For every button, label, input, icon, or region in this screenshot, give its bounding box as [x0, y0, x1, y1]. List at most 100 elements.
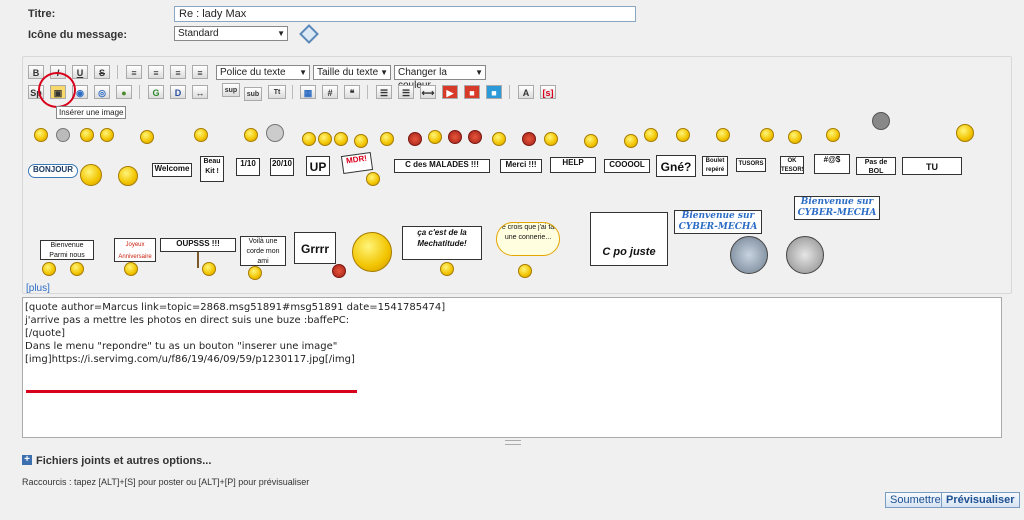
- smiley-icon[interactable]: [124, 262, 138, 276]
- smiley-icon[interactable]: [70, 262, 84, 276]
- smiley-icon[interactable]: [448, 130, 462, 144]
- smiley-icon[interactable]: [140, 130, 154, 144]
- title-input[interactable]: Re : lady Max: [174, 6, 636, 22]
- bold-button[interactable]: B: [28, 65, 44, 79]
- code-button[interactable]: #: [322, 85, 338, 99]
- smiley-icon[interactable]: [42, 262, 56, 276]
- font-color-icon[interactable]: A: [518, 85, 534, 99]
- sign-corde[interactable]: Voilà une corde mon ami: [240, 236, 286, 266]
- smiley-icon[interactable]: [676, 128, 690, 142]
- smiley-icon[interactable]: [318, 132, 332, 146]
- sign-score[interactable]: 20/10: [270, 158, 294, 176]
- smiley-icon[interactable]: [118, 166, 138, 186]
- size-select[interactable]: Taille du texte ▼: [313, 65, 391, 80]
- email-icon[interactable]: ◎: [94, 85, 110, 99]
- preview-button[interactable]: Prévisualiser: [941, 492, 1020, 508]
- smiley-icon[interactable]: [468, 130, 482, 144]
- align-center-icon[interactable]: ≡: [170, 65, 186, 79]
- bullet-list-icon[interactable]: ☰: [376, 85, 392, 99]
- smiley-icon[interactable]: [34, 128, 48, 142]
- smiley-icon[interactable]: [80, 164, 102, 186]
- sign-pas-de-bol[interactable]: Pas de BOL: [856, 157, 896, 175]
- smiley-icon[interactable]: [80, 128, 94, 142]
- smiley-icon[interactable]: [788, 130, 802, 144]
- smiley-icon[interactable]: [492, 132, 506, 146]
- expand-plus-icon[interactable]: +: [22, 455, 32, 465]
- google-icon[interactable]: G: [148, 85, 164, 99]
- sign-cyber-mecha[interactable]: Bienvenue sur CYBER-MECHA: [674, 210, 762, 234]
- smiley-icon[interactable]: [518, 264, 532, 278]
- smiley-icon[interactable]: [352, 232, 392, 272]
- smiley-icon[interactable]: [380, 132, 394, 146]
- smiley-icon[interactable]: [440, 262, 454, 276]
- smiley-icon[interactable]: [332, 264, 346, 278]
- align-right-icon[interactable]: ≡: [192, 65, 208, 79]
- align-left-icon[interactable]: ≡: [126, 65, 142, 79]
- sign-boulet[interactable]: Boulet repéré: [702, 156, 728, 176]
- submit-button[interactable]: Soumettre: [885, 492, 946, 508]
- text-case-button[interactable]: Tt: [268, 85, 286, 99]
- smiley-icon[interactable]: [194, 128, 208, 142]
- smiley-icon[interactable]: [202, 262, 216, 276]
- sign-tu-cartonnes[interactable]: TU CARTONNES!: [902, 157, 962, 175]
- color-select[interactable]: Changer la couleur ▼: [394, 65, 486, 91]
- smiley-icon[interactable]: [302, 132, 316, 146]
- smiley-icon[interactable]: [872, 112, 890, 130]
- smiley-icon[interactable]: [266, 124, 284, 142]
- smiley-icon[interactable]: [248, 266, 262, 280]
- horizontal-rule-icon[interactable]: ⟷: [420, 85, 436, 99]
- sign-up[interactable]: UP: [306, 156, 330, 176]
- sign-help[interactable]: HELP: [550, 157, 596, 173]
- smiley-icon[interactable]: [716, 128, 730, 142]
- smiley-icon[interactable]: [334, 132, 348, 146]
- smiley-icon[interactable]: [244, 128, 258, 142]
- remove-format-icon[interactable]: [s]: [540, 85, 556, 99]
- more-smileys-link[interactable]: [plus]: [26, 283, 50, 294]
- smiley-icon[interactable]: [624, 134, 638, 148]
- smiley-icon[interactable]: [366, 172, 380, 186]
- robot-icon[interactable]: [786, 236, 824, 274]
- smiley-icon[interactable]: [544, 132, 558, 146]
- sign-cyber-mecha[interactable]: Bienvenue sur CYBER-MECHA: [794, 196, 880, 220]
- smiley-icon[interactable]: [428, 130, 442, 144]
- sign-connerie[interactable]: Je crois que j'ai fait une connerie...: [496, 222, 560, 256]
- globe-icon[interactable]: ●: [116, 85, 132, 99]
- align-justify-icon[interactable]: ≡: [148, 65, 164, 79]
- sign-tusors[interactable]: TUSORS: [736, 158, 766, 172]
- attachments-toggle[interactable]: Fichiers joints et autres options...: [36, 455, 211, 467]
- smiley-icon[interactable]: [760, 128, 774, 142]
- smiley-icon[interactable]: [56, 128, 70, 142]
- smiley-icon[interactable]: [354, 134, 368, 148]
- dailymotion-icon[interactable]: ■: [464, 85, 480, 99]
- resize-handle[interactable]: [505, 440, 521, 445]
- smiley-icon[interactable]: [100, 128, 114, 142]
- sign-mechatitude[interactable]: ça c'est de la Mechatitude!: [402, 226, 482, 260]
- indent-icon[interactable]: ↔: [192, 85, 208, 99]
- numbered-list-icon[interactable]: ☰: [398, 85, 414, 99]
- superscript-button[interactable]: sup: [222, 83, 240, 97]
- subscript-button[interactable]: sub: [244, 87, 262, 101]
- sign-malades[interactable]: C des MALADES !!!: [394, 159, 490, 173]
- sign-bienvenue[interactable]: Bienvenue Parmi nous: [40, 240, 94, 260]
- sign-gne[interactable]: Gné?: [656, 155, 696, 177]
- font-select[interactable]: Police du texte ▼: [216, 65, 310, 80]
- ytube-icon[interactable]: D: [170, 85, 186, 99]
- smiley-icon[interactable]: [522, 132, 536, 146]
- sign-grrrr[interactable]: Grrrr: [294, 232, 336, 264]
- sign-cool[interactable]: COOOOL: [604, 159, 650, 173]
- sign-welcome[interactable]: Welcome: [152, 163, 192, 177]
- sign-bonjour[interactable]: BONJOUR: [28, 164, 78, 178]
- robot-icon[interactable]: [730, 236, 768, 274]
- sign-merci[interactable]: Merci !!!: [500, 159, 542, 173]
- sign-score[interactable]: 1/10: [236, 158, 260, 176]
- sign-anniversaire[interactable]: Joyeux Anniversaire: [114, 238, 156, 262]
- icon-select[interactable]: Standard ▼: [174, 26, 288, 41]
- smiley-icon[interactable]: [644, 128, 658, 142]
- quote-icon[interactable]: ❝: [344, 85, 360, 99]
- message-editor[interactable]: [quote author=Marcus link=topic=2868.msg…: [22, 297, 1002, 438]
- strike-button[interactable]: S: [94, 65, 110, 79]
- sign-beau-kit[interactable]: Beau Kit !: [200, 156, 224, 182]
- video-icon[interactable]: ■: [486, 85, 502, 99]
- sign-ok-tesors[interactable]: OK TESORS: [780, 156, 804, 174]
- smiley-icon[interactable]: [956, 124, 974, 142]
